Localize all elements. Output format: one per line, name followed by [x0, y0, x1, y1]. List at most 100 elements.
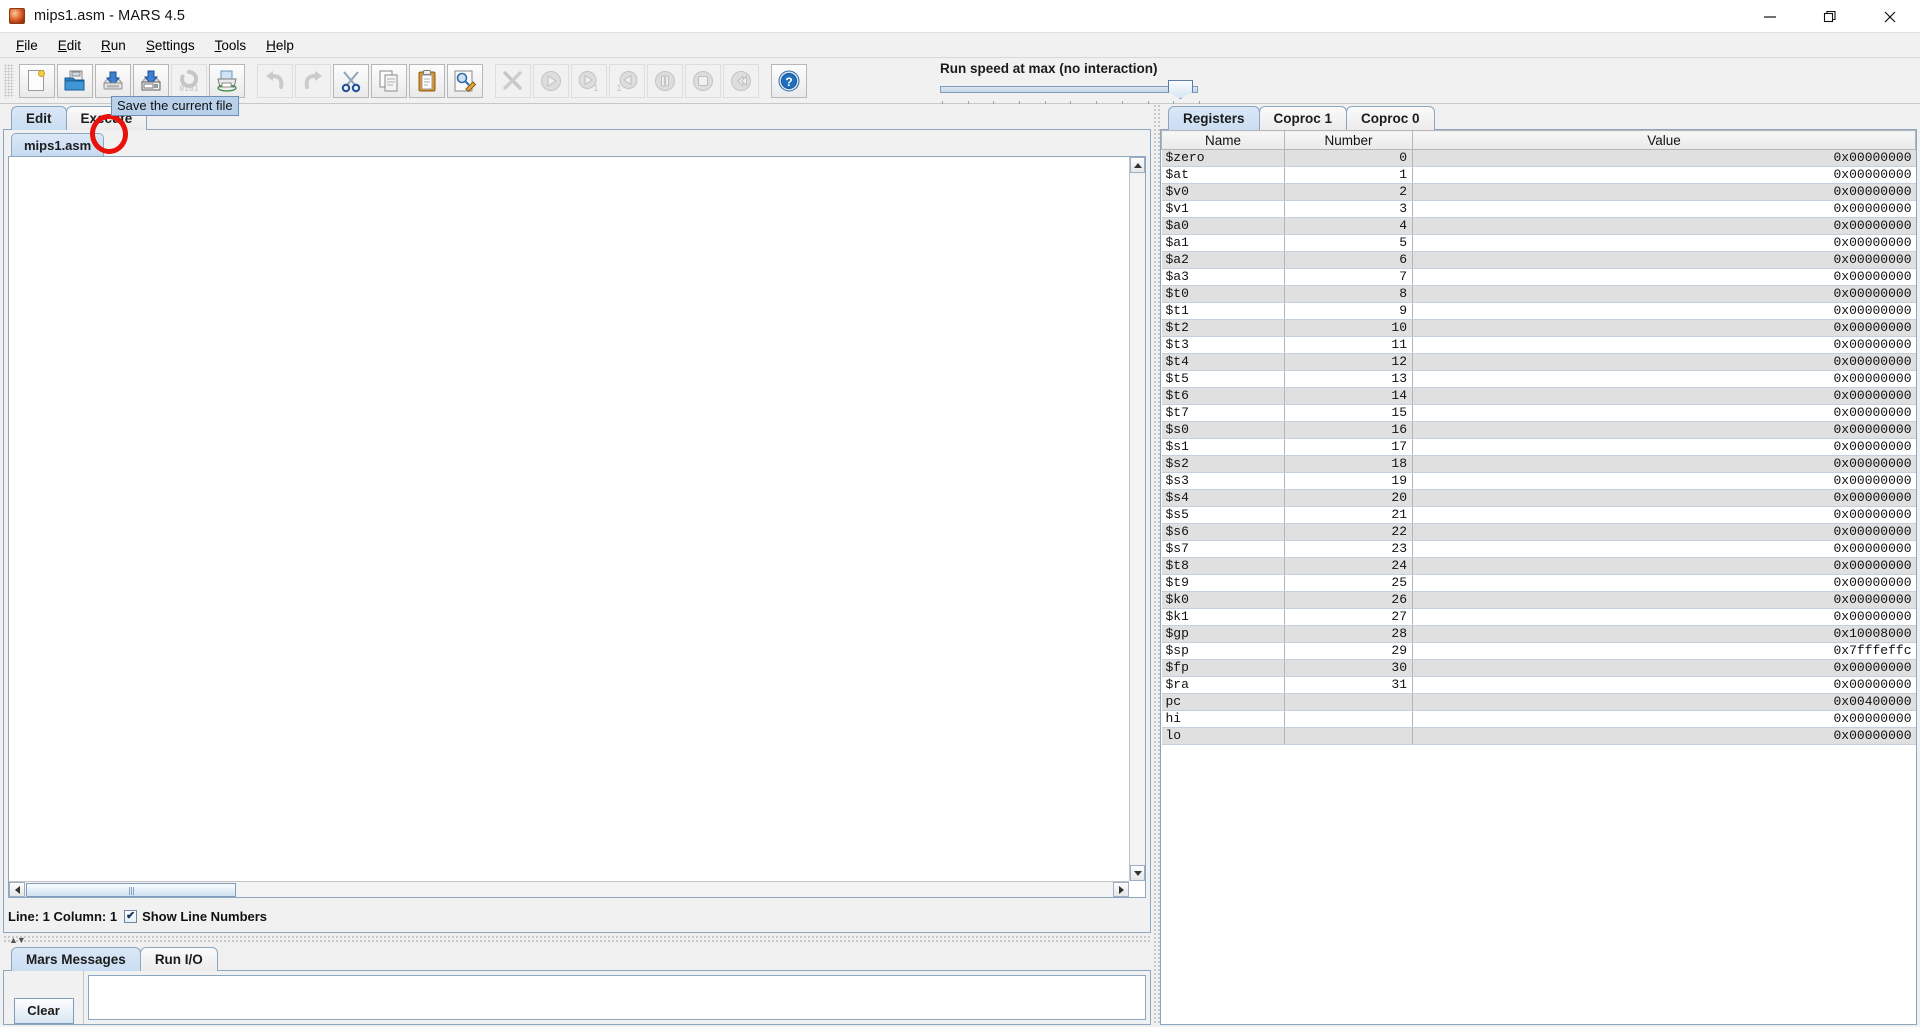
- code-editor-textarea[interactable]: [9, 157, 1129, 881]
- toolbar-grip[interactable]: [4, 63, 14, 98]
- register-row[interactable]: $t3 11 0x00000000: [1161, 336, 1916, 354]
- register-row[interactable]: $at 1 0x00000000: [1161, 166, 1916, 184]
- register-row[interactable]: $t9 25 0x00000000: [1161, 574, 1916, 592]
- register-row[interactable]: $s7 23 0x00000000: [1161, 540, 1916, 558]
- register-name: $fp: [1161, 659, 1285, 677]
- menu-run[interactable]: Run: [91, 36, 136, 55]
- run-speed-control: Run speed at max (no interaction): [940, 61, 1240, 107]
- close-icon[interactable]: [1860, 0, 1920, 33]
- find-replace-button[interactable]: [447, 63, 483, 98]
- register-row[interactable]: $a1 5 0x00000000: [1161, 234, 1916, 252]
- register-row[interactable]: lo 0x00000000: [1161, 727, 1916, 745]
- clear-button[interactable]: Clear: [13, 997, 74, 1024]
- tab-coproc-0[interactable]: Coproc 0: [1346, 106, 1435, 130]
- tab-run-io[interactable]: Run I/O: [139, 947, 218, 971]
- vertical-split-divider[interactable]: [1153, 104, 1160, 1025]
- register-row[interactable]: $v1 3 0x00000000: [1161, 200, 1916, 218]
- undo-button: [257, 63, 293, 98]
- open-file-button[interactable]: [57, 63, 93, 98]
- register-row[interactable]: pc 0x00400000: [1161, 693, 1916, 711]
- save-file-button[interactable]: [95, 63, 131, 98]
- paste-button[interactable]: [409, 63, 445, 98]
- register-row[interactable]: $s5 21 0x00000000: [1161, 506, 1916, 524]
- pause-button: [647, 63, 683, 98]
- menu-help[interactable]: Help: [256, 36, 304, 55]
- register-value: 0x00000000: [1412, 591, 1916, 609]
- new-file-button[interactable]: [19, 63, 55, 98]
- file-tab-mips1-asm[interactable]: mips1.asm: [11, 133, 105, 156]
- minimize-icon[interactable]: [1740, 0, 1800, 33]
- register-value: 0x00000000: [1412, 268, 1916, 286]
- registers-panel-container: Registers Coproc 1 Coproc 0 Name Number …: [1160, 104, 1917, 1025]
- slider-thumb[interactable]: [1168, 80, 1193, 99]
- column-header-name[interactable]: Name: [1161, 130, 1285, 150]
- register-row[interactable]: $s6 22 0x00000000: [1161, 523, 1916, 541]
- register-row[interactable]: $zero 0 0x00000000: [1161, 149, 1916, 167]
- register-row[interactable]: $t1 9 0x00000000: [1161, 302, 1916, 320]
- menu-tools[interactable]: Tools: [205, 36, 257, 55]
- run-speed-slider[interactable]: [940, 80, 1205, 107]
- register-name: $t2: [1161, 319, 1285, 337]
- scroll-up-arrow-icon[interactable]: [1130, 157, 1145, 173]
- register-row[interactable]: $s2 18 0x00000000: [1161, 455, 1916, 473]
- menu-settings[interactable]: Settings: [136, 36, 205, 55]
- register-row[interactable]: $t4 12 0x00000000: [1161, 353, 1916, 371]
- horizontal-split-divider[interactable]: ▲▼: [3, 935, 1151, 945]
- register-row[interactable]: $s3 19 0x00000000: [1161, 472, 1916, 490]
- maximize-icon[interactable]: [1800, 0, 1860, 33]
- register-row[interactable]: $t5 13 0x00000000: [1161, 370, 1916, 388]
- register-row[interactable]: $k1 27 0x00000000: [1161, 608, 1916, 626]
- tab-mars-messages[interactable]: Mars Messages: [11, 947, 141, 971]
- print-button[interactable]: [209, 63, 245, 98]
- register-row[interactable]: $t0 8 0x00000000: [1161, 285, 1916, 303]
- register-row[interactable]: $sp 29 0x7fffeffc: [1161, 642, 1916, 660]
- register-number: 19: [1284, 472, 1413, 490]
- register-row[interactable]: $s4 20 0x00000000: [1161, 489, 1916, 507]
- register-row[interactable]: hi 0x00000000: [1161, 710, 1916, 728]
- register-row[interactable]: $s1 17 0x00000000: [1161, 438, 1916, 456]
- register-row[interactable]: $gp 28 0x10008000: [1161, 625, 1916, 643]
- register-row[interactable]: $t6 14 0x00000000: [1161, 387, 1916, 405]
- tab-coproc-1[interactable]: Coproc 1: [1258, 106, 1348, 130]
- column-header-number[interactable]: Number: [1284, 130, 1413, 150]
- horizontal-scroll-thumb[interactable]: [26, 882, 236, 897]
- register-number: 10: [1284, 319, 1413, 337]
- register-row[interactable]: $a3 7 0x00000000: [1161, 268, 1916, 286]
- register-value: 0x00000000: [1412, 523, 1916, 541]
- column-header-value[interactable]: Value: [1412, 130, 1916, 150]
- editor-vertical-scrollbar[interactable]: [1129, 157, 1145, 881]
- register-row[interactable]: $a2 6 0x00000000: [1161, 251, 1916, 269]
- register-row[interactable]: $t7 15 0x00000000: [1161, 404, 1916, 422]
- menu-file[interactable]: File: [6, 36, 48, 55]
- scroll-right-arrow-icon[interactable]: [1113, 882, 1129, 897]
- show-line-numbers-checkbox[interactable]: ✔: [124, 909, 138, 923]
- register-row[interactable]: $t2 10 0x00000000: [1161, 319, 1916, 337]
- save-as-button[interactable]: [133, 63, 169, 98]
- register-row[interactable]: $t8 24 0x00000000: [1161, 557, 1916, 575]
- register-name: $s4: [1161, 489, 1285, 507]
- register-value: 0x00000000: [1412, 319, 1916, 337]
- scroll-left-arrow-icon[interactable]: [9, 882, 25, 897]
- split-collapse-arrows-icon[interactable]: ▲▼: [9, 935, 26, 945]
- register-name: $t1: [1161, 302, 1285, 320]
- editor-horizontal-scrollbar[interactable]: [9, 881, 1129, 897]
- copy-button[interactable]: [371, 63, 407, 98]
- register-row[interactable]: $fp 30 0x00000000: [1161, 659, 1916, 677]
- register-row[interactable]: $v0 2 0x00000000: [1161, 183, 1916, 201]
- help-button[interactable]: ?: [771, 63, 807, 98]
- register-number: 3: [1284, 200, 1413, 218]
- cut-button[interactable]: [333, 63, 369, 98]
- register-value: 0x00000000: [1412, 370, 1916, 388]
- register-row[interactable]: $ra 31 0x00000000: [1161, 676, 1916, 694]
- undo-arrow-icon: [263, 69, 287, 93]
- scroll-down-arrow-icon[interactable]: [1130, 865, 1145, 881]
- menu-edit[interactable]: Edit: [48, 36, 91, 55]
- tab-registers[interactable]: Registers: [1168, 106, 1260, 130]
- register-row[interactable]: $a0 4 0x00000000: [1161, 217, 1916, 235]
- register-row[interactable]: $s0 16 0x00000000: [1161, 421, 1916, 439]
- horizontal-scroll-track[interactable]: [236, 883, 1113, 897]
- register-row[interactable]: $k0 26 0x00000000: [1161, 591, 1916, 609]
- register-name: $t5: [1161, 370, 1285, 388]
- message-text-area[interactable]: [88, 975, 1146, 1020]
- tab-edit[interactable]: Edit: [11, 106, 67, 130]
